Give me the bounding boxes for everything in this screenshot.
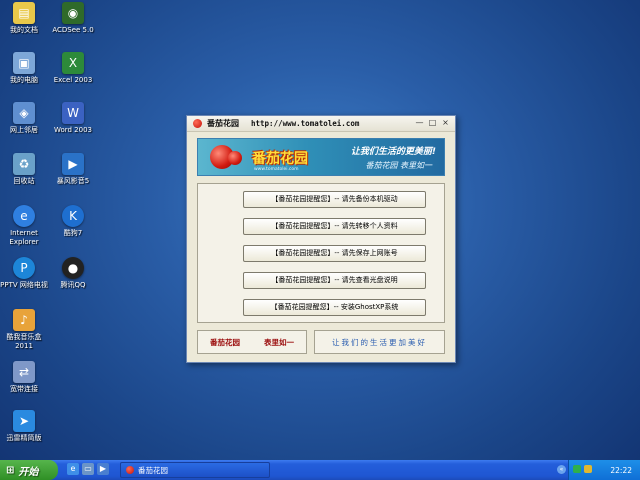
my-computer-icon: ▣: [13, 52, 35, 74]
desktop-icon-label: 酷我音乐盒2011: [6, 333, 42, 350]
desktop-icon-label: Internet Explorer: [9, 229, 39, 246]
desktop-icon-label: 我的电脑: [10, 76, 38, 84]
taskbar-item-tomato-garden[interactable]: 番茄花园: [120, 462, 270, 478]
action-panel: 【番茄花园提醒您】-- 请先备份本机驱动 【番茄花园提醒您】-- 请先转移个人资…: [197, 183, 445, 323]
internet-explorer-icon: e: [13, 205, 35, 227]
desktop-icon-label: 酷狗7: [63, 229, 83, 237]
tray-icons: [573, 465, 592, 473]
desktop-icon-label: Excel 2003: [53, 76, 93, 84]
desktop-icon-label: Word 2003: [53, 126, 93, 134]
desktop-icon-label: 网上邻居: [10, 126, 38, 134]
desktop-icon-word[interactable]: W Word 2003: [47, 102, 99, 135]
quicklaunch-media-icon[interactable]: ▶: [97, 463, 109, 475]
close-button[interactable]: ×: [440, 118, 451, 128]
tomato-garden-window: 番茄花园 http://www.tomatolei.com — □ × 番茄花园…: [186, 115, 456, 363]
desktop-icon-kuwo[interactable]: ♪ 酷我音乐盒2011: [0, 309, 50, 351]
desktop-icon-label: 我的文档: [10, 26, 38, 34]
footer-left: 番茄花园 表里如一: [197, 330, 307, 354]
window-url: http://www.tomatolei.com: [251, 119, 360, 128]
footer-motto: 表里如一: [264, 337, 294, 347]
desktop-icon-xunlei[interactable]: ➤ 迅雷精简版: [0, 410, 50, 443]
network-places-icon: ◈: [13, 102, 35, 124]
word-icon: W: [62, 102, 84, 124]
pptv-icon: P: [13, 257, 35, 279]
desktop-icon-label: 迅雷精简版: [6, 434, 42, 442]
system-tray: « 22:22: [557, 460, 640, 480]
save-net-account-button[interactable]: 【番茄花园提醒您】-- 请先保存上网账号: [243, 245, 426, 262]
taskbar: ⊞ 开始 e ▭ ▶ 番茄花园 « 22:22: [0, 460, 640, 480]
footer-brand[interactable]: 番茄花园: [210, 337, 240, 348]
desktop-icon-my-computer[interactable]: ▣ 我的电脑: [0, 52, 50, 85]
broadband-icon: ⇄: [13, 361, 35, 383]
footer-right: 让我们的生活更加美好: [314, 330, 445, 354]
desktop-icon-label: PPTV 网络电视: [0, 281, 48, 289]
kugou-icon: K: [62, 205, 84, 227]
move-personal-data-button[interactable]: 【番茄花园提醒您】-- 请先转移个人资料: [243, 218, 426, 235]
banner-slogan: 让我们生活的更美丽!: [350, 147, 436, 157]
recycle-bin-icon: ♻: [13, 153, 35, 175]
desktop-icon-label: 暴风影音5: [56, 177, 90, 185]
install-ghostxp-button[interactable]: 【番茄花园提醒您】-- 安装GhostXP系统: [243, 299, 426, 316]
backup-drivers-button[interactable]: 【番茄花园提醒您】-- 请先备份本机驱动: [243, 191, 426, 208]
excel-icon: X: [62, 52, 84, 74]
window-title: 番茄花园: [207, 119, 239, 128]
desktop-icon-label: 宽带连接: [10, 385, 38, 393]
desktop-icon-kugou[interactable]: K 酷狗7: [47, 205, 99, 238]
desktop-icon-excel[interactable]: X Excel 2003: [47, 52, 99, 85]
desktop-icon-label: 回收站: [13, 177, 35, 185]
desktop-icon-acdsee[interactable]: ◉ ACDSee 5.0: [47, 2, 99, 35]
maximize-button[interactable]: □: [427, 118, 438, 128]
desktop-icon-broadband[interactable]: ⇄ 宽带连接: [0, 361, 50, 394]
volume-icon[interactable]: [584, 465, 592, 473]
desktop-icon-my-documents[interactable]: ▤ 我的文档: [0, 2, 50, 35]
window-controls: — □ ×: [414, 118, 451, 128]
xunlei-icon: ➤: [13, 410, 35, 432]
taskbar-item-label: 番茄花园: [138, 465, 168, 475]
start-label: 开始: [18, 466, 39, 478]
acdsee-icon: ◉: [62, 2, 84, 24]
tomato-icon: [193, 119, 202, 128]
minimize-button[interactable]: —: [414, 118, 425, 128]
clock[interactable]: 22:22: [610, 466, 632, 475]
desktop-icon-label: 腾讯QQ: [60, 281, 86, 289]
banner: 番茄花园 www.tomatolei.com 让我们生活的更美丽! 番茄花园 表…: [197, 138, 445, 176]
my-documents-icon: ▤: [13, 2, 35, 24]
tray-expand-icon[interactable]: «: [557, 465, 566, 474]
footer-slogan: 让我们的生活更加美好: [332, 337, 427, 347]
desktop-icon-baofeng[interactable]: ▶ 暴风影音5: [47, 153, 99, 186]
banner-sub-text: www.tomatolei.com: [254, 167, 299, 172]
banner-logo-text: 番茄花园: [252, 151, 308, 167]
kuwo-icon: ♪: [13, 309, 35, 331]
start-button[interactable]: ⊞ 开始: [0, 460, 58, 480]
qq-icon: ●: [62, 257, 84, 279]
desktop-icon-network-places[interactable]: ◈ 网上邻居: [0, 102, 50, 135]
tomato-icon: [126, 466, 134, 474]
network-status-icon[interactable]: [573, 465, 581, 473]
baofeng-icon: ▶: [62, 153, 84, 175]
desktop-icon-qq[interactable]: ● 腾讯QQ: [47, 257, 99, 290]
quicklaunch-ie-icon[interactable]: e: [67, 463, 79, 475]
desktop-icon-pptv[interactable]: P PPTV 网络电视: [0, 257, 50, 290]
banner-slogan-2: 番茄花园 表里如一: [365, 161, 432, 170]
quicklaunch-desktop-icon[interactable]: ▭: [82, 463, 94, 475]
windows-flag-icon: ⊞: [6, 464, 15, 476]
view-cd-readme-button[interactable]: 【番茄花园提醒您】-- 请先查看光盘说明: [243, 272, 426, 289]
tomato-logo-small-icon: [228, 151, 242, 165]
window-titlebar[interactable]: 番茄花园 http://www.tomatolei.com — □ ×: [187, 116, 455, 132]
desktop-icon-internet-explorer[interactable]: e Internet Explorer: [0, 205, 50, 247]
desktop-icon-label: ACDSee 5.0: [52, 26, 94, 34]
desktop-icon-recycle-bin[interactable]: ♻ 回收站: [0, 153, 50, 186]
